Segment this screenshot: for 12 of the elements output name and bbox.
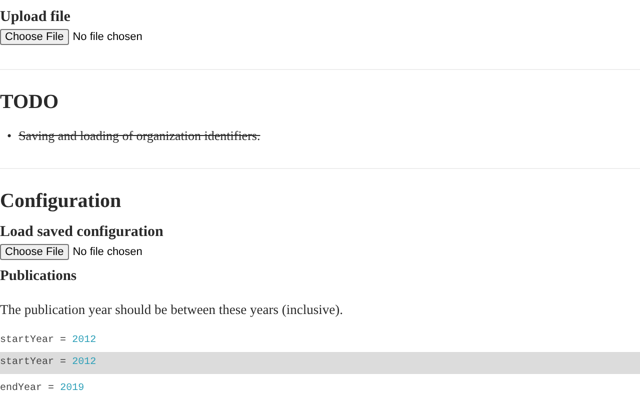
section-heading: Configuration: [0, 189, 122, 213]
choose-file-button[interactable]: Choose File: [0, 29, 69, 45]
section-heading: TODO: [0, 90, 60, 114]
section-heading: Upload file: [0, 8, 72, 26]
todo-item: Saving and loading of organization identifiers.: [18, 127, 262, 145]
file-status-text: No file chosen: [72, 246, 142, 258]
file-status-text: No file chosen: [72, 31, 142, 43]
description-text: The publication year should be between these years (inclusive).: [0, 302, 344, 318]
subsection-heading: Load saved configuration: [0, 223, 164, 241]
choose-file-button[interactable]: Choose File: [0, 244, 69, 260]
bullet-text: •: [7, 127, 12, 145]
subsection-heading: Publications: [0, 268, 78, 286]
